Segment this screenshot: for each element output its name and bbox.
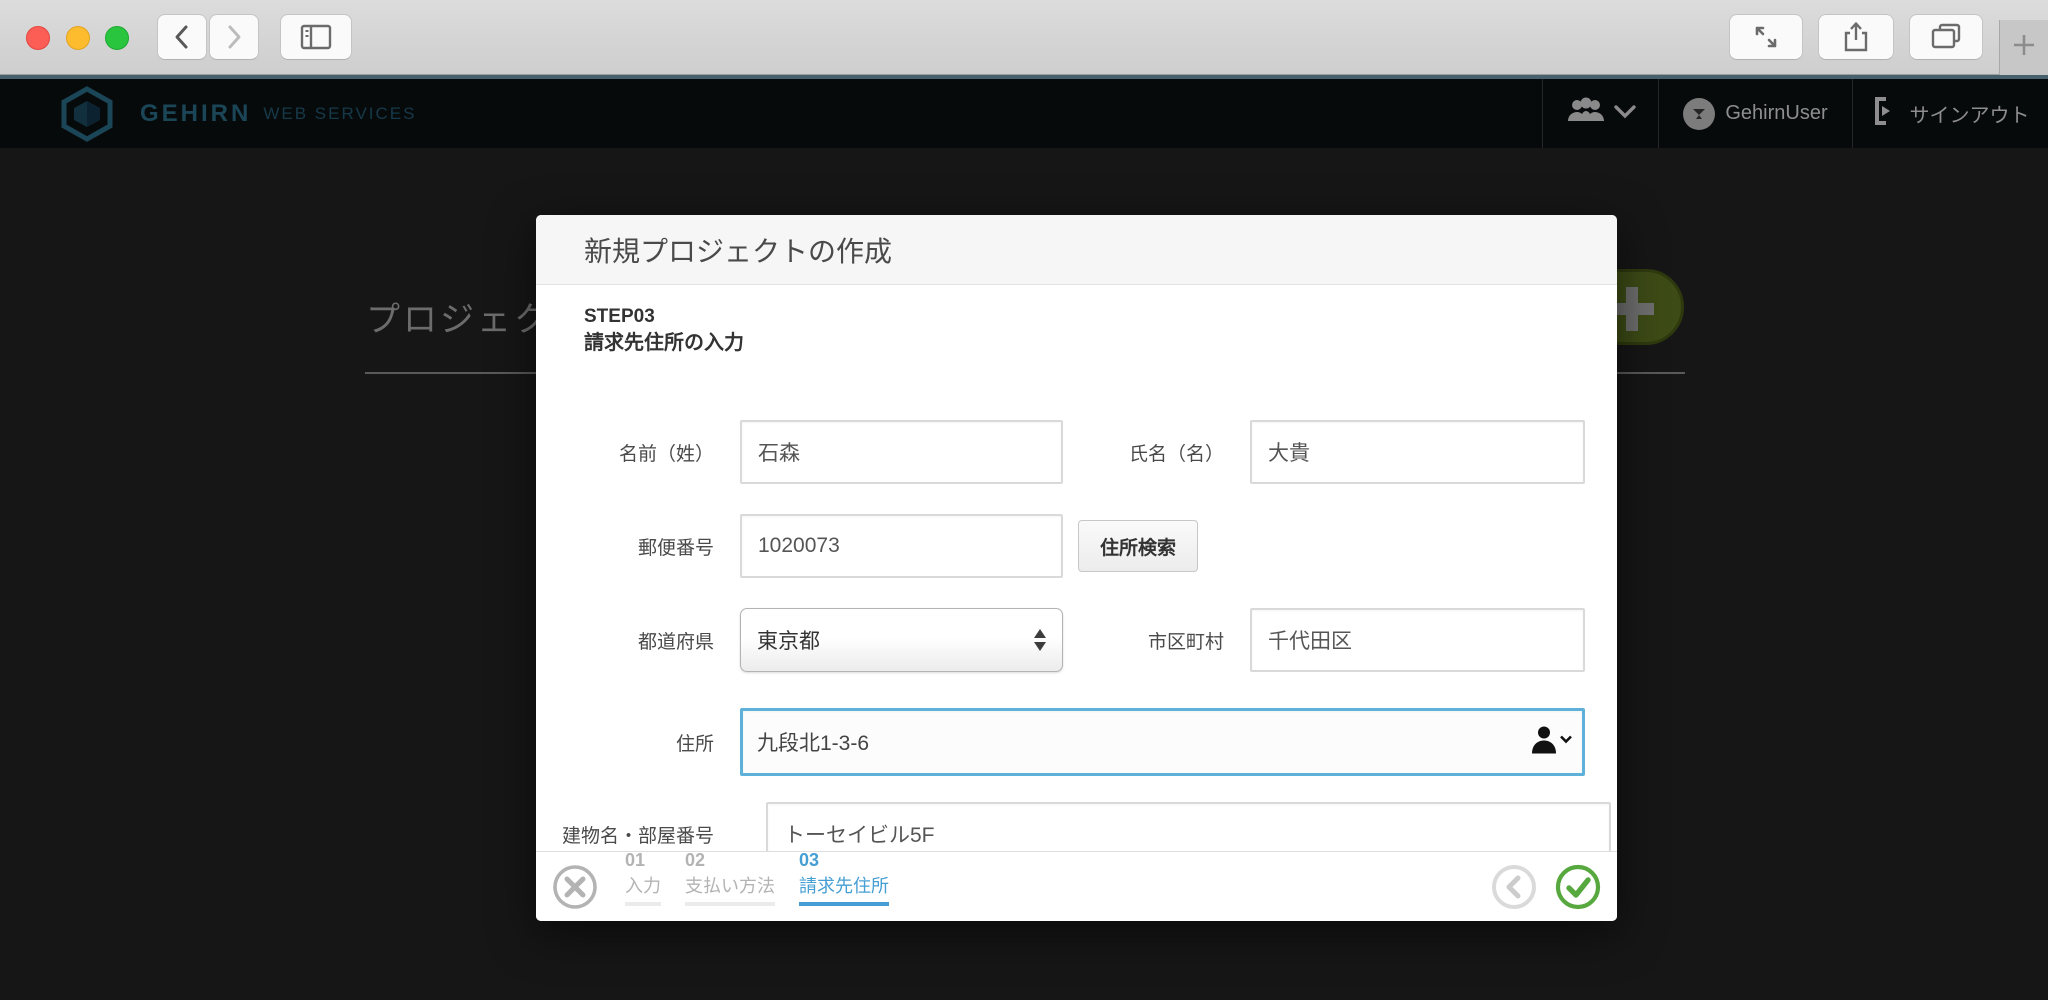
prefecture-row: 都道府県 東京都 市区町村 [536, 608, 1617, 672]
sidebar-toggle-button[interactable] [280, 14, 352, 60]
step-02-payment[interactable]: 02 支払い方法 [685, 851, 775, 906]
plus-icon [2011, 32, 2037, 63]
window-minimize-button[interactable] [66, 26, 90, 50]
close-icon [552, 864, 598, 910]
gehirn-logo[interactable]: GEHIRN WEB SERVICES [58, 86, 416, 142]
modal-title: 新規プロジェクトの作成 [584, 230, 892, 270]
step-03-billing-address[interactable]: 03 請求先住所 [799, 851, 889, 906]
gehirn-hexagon-icon [58, 86, 116, 142]
new-tab-button[interactable] [1999, 20, 2048, 75]
postal-label: 郵便番号 [536, 533, 714, 560]
check-icon [1555, 864, 1601, 910]
share-icon [1841, 20, 1871, 54]
window-close-button[interactable] [26, 26, 50, 50]
brand-name: GEHIRN [140, 100, 251, 128]
previous-step-button[interactable] [1491, 864, 1537, 910]
step-heading: STEP03 請求先住所の入力 [536, 285, 1617, 357]
modal-header: 新規プロジェクトの作成 [536, 215, 1617, 285]
screen: GEHIRN WEB SERVICES GehirnUser [0, 0, 2048, 1000]
user-name: GehirnUser [1725, 102, 1827, 125]
confirm-button[interactable] [1555, 864, 1601, 910]
site-header: GEHIRN WEB SERVICES GehirnUser [0, 79, 2048, 148]
prefecture-select[interactable]: 東京都 [740, 608, 1063, 672]
address-label: 住所 [536, 729, 714, 756]
fullscreen-button[interactable] [1729, 14, 1803, 60]
account-menu[interactable]: GehirnUser [1658, 79, 1852, 148]
avatar [1683, 98, 1715, 130]
window-zoom-button[interactable] [105, 26, 129, 50]
first-name-label: 氏名（名） [1063, 439, 1224, 466]
sidebar-icon [299, 23, 333, 51]
prefecture-value: 東京都 [757, 625, 820, 655]
header-menu: GehirnUser サインアウト [1542, 79, 2048, 148]
billing-address-form: 名前（姓） 氏名（名） 郵便番号 住所検索 都道府県 東京都 市 [536, 420, 1617, 866]
tabs-icon [1930, 22, 1962, 52]
address-row: 住所 [536, 708, 1617, 776]
signout-button[interactable]: サインアウト [1852, 79, 2048, 148]
close-modal-button[interactable] [552, 864, 598, 910]
share-button[interactable] [1818, 14, 1894, 60]
signout-label: サインアウト [1910, 99, 2030, 128]
modal-body: STEP03 請求先住所の入力 名前（姓） 氏名（名） 郵便番号 住所検索 都道… [536, 285, 1617, 851]
page-title: プロジェク [366, 292, 551, 341]
browser-toolbar [0, 0, 2048, 75]
chevron-left-icon [1491, 864, 1537, 910]
prefecture-label: 都道府県 [536, 627, 714, 654]
organizations-menu[interactable] [1542, 79, 1658, 148]
wizard-steps: 01 入力 02 支払い方法 03 請求先住所 [625, 851, 913, 906]
new-project-modal: 新規プロジェクトの作成 STEP03 請求先住所の入力 名前（姓） 氏名（名） … [536, 215, 1617, 921]
building-label: 建物名・部屋番号 [536, 821, 714, 848]
postal-code-input[interactable] [740, 514, 1063, 578]
last-name-label: 名前（姓） [536, 439, 714, 466]
modal-footer: 01 入力 02 支払い方法 03 請求先住所 [536, 851, 1617, 921]
step-01-input[interactable]: 01 入力 [625, 851, 661, 906]
back-icon [169, 22, 195, 52]
tab-overview-button[interactable] [1909, 14, 1983, 60]
select-stepper-icon [1034, 627, 1046, 653]
contact-autofill-icon[interactable] [1529, 724, 1573, 761]
last-name-input[interactable] [740, 420, 1063, 484]
chevron-down-icon [1614, 102, 1636, 125]
step-number-text: STEP03 [584, 303, 1617, 330]
address-input[interactable] [740, 708, 1585, 776]
signout-door-icon [1872, 95, 1900, 133]
fullscreen-icon [1751, 22, 1781, 52]
users-group-icon [1566, 97, 1606, 131]
name-row: 名前（姓） 氏名（名） [536, 420, 1617, 484]
back-button[interactable] [157, 14, 207, 60]
first-name-input[interactable] [1250, 420, 1585, 484]
address-search-button[interactable]: 住所検索 [1078, 520, 1198, 572]
brand-suffix: WEB SERVICES [263, 104, 416, 124]
forward-icon [221, 22, 247, 52]
city-label: 市区町村 [1063, 627, 1224, 654]
step-name-text: 請求先住所の入力 [584, 330, 1617, 357]
city-input[interactable] [1250, 608, 1585, 672]
postal-row: 郵便番号 住所検索 [536, 514, 1617, 578]
forward-button[interactable] [209, 14, 259, 60]
